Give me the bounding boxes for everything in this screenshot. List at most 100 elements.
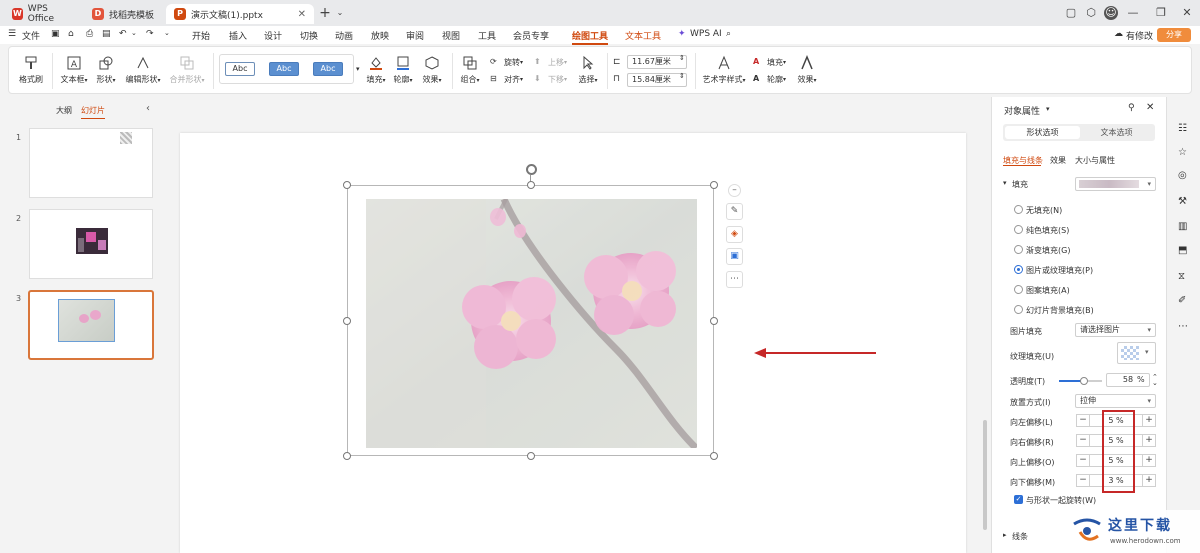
close-panel-icon[interactable]: ✕ [1146,102,1154,113]
art-text-style-button[interactable]: 艺术字样式▾ [701,55,747,85]
fill-preview-dropdown[interactable]: ▾ [1075,177,1156,191]
picture-fill-dropdown[interactable]: 请选择图片 ▾ [1075,323,1156,337]
menu-text-tools[interactable]: 文本工具 [625,29,661,42]
save-icon[interactable]: ▣ [51,29,60,39]
radio-gradient-fill[interactable] [1014,245,1023,254]
resize-handle-w[interactable] [343,317,351,325]
edit-shape-button[interactable]: 编辑形状▾ [122,55,164,85]
chevron-down-icon[interactable]: ⌄ [164,29,170,37]
radio-pattern-fill[interactable] [1014,285,1023,294]
transition-icon[interactable]: ⬒ [1178,245,1190,257]
pen-icon[interactable]: ✐ [1178,295,1190,307]
resize-handle-se[interactable] [710,452,718,460]
menu-wps-ai[interactable]: WPS AI [690,29,722,39]
expand-arrow-icon[interactable]: ▸ [1003,531,1007,539]
offset-top-plus[interactable]: + [1142,454,1156,467]
menu-review[interactable]: 审阅 [406,29,424,42]
subtab-effect[interactable]: 效果 [1050,155,1066,166]
outline-button[interactable]: 轮廓▾ [392,55,414,85]
slide-thumbnail-3[interactable] [28,290,154,360]
format-painter-button[interactable]: 格式刷 [17,55,45,85]
vertical-scrollbar[interactable] [983,420,987,530]
has-changes-status[interactable]: 有修改 [1126,29,1153,42]
texture-dropdown[interactable]: ▾ [1117,342,1156,364]
offset-bottom-minus[interactable]: − [1076,474,1090,487]
effect-button[interactable]: 效果▾ [420,55,444,85]
settings-hex-icon[interactable]: ⬡ [1084,6,1098,20]
tab-presentation[interactable]: P 演示文稿(1).pptx ✕ [166,4,314,24]
redo-icon[interactable]: ↷ [146,29,154,39]
window-close-icon[interactable]: ✕ [1180,6,1194,20]
menu-slideshow[interactable]: 放映 [371,29,389,42]
chevron-down-icon[interactable]: ⌄ [131,29,137,37]
avatar[interactable]: ☺ [1104,6,1118,20]
textbox-button[interactable]: A 文本框▾ [57,55,91,85]
line-section-header[interactable]: 线条 [1012,531,1028,542]
offset-top-minus[interactable]: − [1076,454,1090,467]
menu-design[interactable]: 设计 [264,29,282,42]
print-icon[interactable]: ⎙ [86,29,93,39]
preview-icon[interactable]: ▤ [102,29,111,39]
collapse-tools-icon[interactable]: – [728,184,741,197]
group-button[interactable]: 组合▾ [458,55,482,85]
offset-bottom-plus[interactable]: + [1142,474,1156,487]
transparency-slider-thumb[interactable] [1079,377,1088,385]
timer-icon[interactable]: ⧖ [1178,271,1190,283]
move-down-button[interactable]: ⬇ 下移 ▾ [534,74,567,85]
resize-handle-sw[interactable] [343,452,351,460]
menu-tools[interactable]: 工具 [478,29,496,42]
select-button[interactable]: 选择▾ [575,55,601,85]
menu-transition[interactable]: 切换 [300,29,318,42]
new-tab-icon[interactable]: + [318,6,332,20]
menu-animation[interactable]: 动画 [335,29,353,42]
more-icon[interactable]: ⋯ [1178,321,1190,333]
search-icon[interactable]: ⌕ [726,29,731,39]
transparency-stepper-icon[interactable]: ⌃ ⌄ [1152,374,1158,387]
minimize-icon[interactable]: — [1126,6,1140,20]
fill-button[interactable]: 填充▾ [365,55,387,85]
undo-icon[interactable]: ↶ [119,29,127,39]
close-icon[interactable]: ✕ [298,9,306,20]
fill-section-header[interactable]: 填充 [1012,179,1028,190]
transparency-slider-track[interactable] [1059,377,1102,385]
radio-slide-bg-fill[interactable] [1014,305,1023,314]
fill-tool-icon[interactable]: ◈ [726,226,743,243]
menu-member[interactable]: 会员专享 [513,29,549,42]
resize-handle-s[interactable] [527,452,535,460]
rotate-with-shape-checkbox[interactable]: ✓ [1014,495,1023,504]
menu-insert[interactable]: 插入 [229,29,247,42]
more-tools-icon[interactable]: ⋯ [726,271,743,288]
star-icon[interactable]: ☆ [1178,147,1190,159]
height-stepper-icon[interactable]: ⇕ [679,72,685,80]
menu-drawing-tools[interactable]: 绘图工具 [572,29,609,45]
tab-outline[interactable]: 大纲 [56,105,72,116]
share-button[interactable]: 分享 [1157,28,1191,42]
resize-handle-n[interactable] [527,181,535,189]
chevron-down-icon[interactable]: ▾ [1046,105,1050,113]
properties-icon[interactable]: ☷ [1178,123,1190,135]
subtab-size-props[interactable]: 大小与属性 [1075,155,1115,166]
pin-icon[interactable]: ⚲ [1128,103,1135,113]
open-folder-icon[interactable]: ⌂ [68,29,74,39]
animation-icon[interactable]: ◎ [1178,170,1190,182]
style-sample-2[interactable]: Abc [269,62,299,76]
resize-handle-nw[interactable] [343,181,351,189]
width-stepper-icon[interactable]: ⇕ [679,54,685,62]
radio-picture-fill[interactable] [1014,265,1023,274]
rotate-handle[interactable] [526,164,537,175]
hamburger-menu-icon[interactable]: ☰ [8,29,16,39]
menu-home[interactable]: 开始 [192,29,210,42]
text-effect-button[interactable]: 效果▾ [795,55,819,85]
radio-solid-fill[interactable] [1014,225,1023,234]
tab-docer[interactable]: D 找稻壳模板 [84,4,164,24]
picture-fill[interactable] [366,199,697,448]
window-layout-icon[interactable]: ▢ [1064,6,1078,20]
align-button[interactable]: ⊟ 对齐 ▾ [490,74,523,85]
outline-tool-icon[interactable]: ▣ [726,248,743,265]
restore-icon[interactable]: ❐ [1154,6,1168,20]
menu-view[interactable]: 视图 [442,29,460,42]
resize-handle-ne[interactable] [710,181,718,189]
move-up-button[interactable]: ⬆ 上移 ▾ [534,57,567,68]
rotate-button[interactable]: ⟳ 旋转 ▾ [490,57,523,68]
offset-left-minus[interactable]: − [1076,414,1090,427]
